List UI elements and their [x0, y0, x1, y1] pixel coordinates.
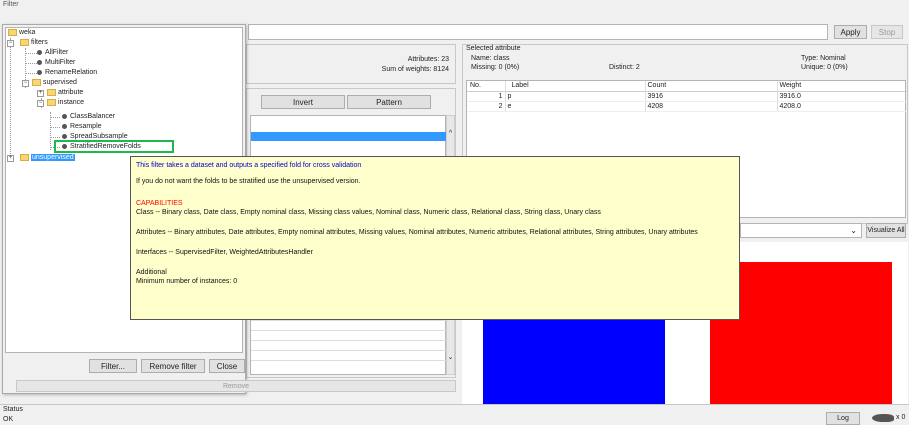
- list-row-line: [251, 350, 446, 351]
- scroll-up-icon[interactable]: ^: [447, 130, 454, 137]
- sum-of-weights: Sum of weights: 8124: [381, 66, 449, 73]
- leaf-icon: [62, 113, 67, 119]
- leaf-icon: [37, 69, 42, 75]
- tree-item-weka[interactable]: weka: [8, 28, 35, 38]
- row-no: 1: [467, 91, 506, 102]
- column-header-label[interactable]: Label: [505, 81, 646, 91]
- pattern-button[interactable]: Pattern: [347, 95, 431, 109]
- tree-line: [50, 117, 60, 118]
- status-title: Status: [3, 406, 23, 413]
- selection-highlight-box: [54, 140, 174, 153]
- folder-icon: [20, 38, 29, 46]
- tooltip-note: If you do not want the folds to be strat…: [136, 178, 361, 185]
- leaf-icon: [62, 123, 67, 129]
- list-row-line: [251, 320, 446, 321]
- selected-attribute-title: Selected attribute: [466, 45, 521, 52]
- row-label: p: [505, 91, 646, 102]
- folder-icon: [47, 98, 56, 106]
- folder-icon: [8, 28, 17, 36]
- row-count: 3916: [645, 91, 778, 102]
- log-button[interactable]: Log: [826, 412, 860, 425]
- visualize-all-button[interactable]: Visualize All: [866, 223, 906, 238]
- filter-field[interactable]: [248, 24, 828, 40]
- row-no: 2: [467, 101, 506, 112]
- attributes-count: Attributes: 23: [407, 56, 449, 63]
- filter-section-title: Filter: [3, 1, 19, 8]
- tree-item-supervised[interactable]: supervised: [32, 78, 77, 88]
- row-weight: 4208.0: [777, 101, 907, 112]
- tree-line: [25, 73, 37, 74]
- close-button[interactable]: Close: [209, 359, 245, 373]
- class-combo[interactable]: ⌄: [740, 223, 862, 238]
- collapse-icon[interactable]: −: [22, 80, 29, 87]
- tooltip-min-instances: Minimum number of instances: 0: [136, 278, 238, 285]
- attribute-name: Name: class: [471, 55, 510, 62]
- collapse-icon[interactable]: −: [7, 40, 14, 47]
- chevron-down-icon[interactable]: ⌄: [850, 226, 857, 235]
- filter-description-tooltip: This filter takes a dataset and outputs …: [130, 156, 740, 320]
- table-row[interactable]: 1 p 3916 3916.0: [467, 91, 907, 102]
- tooltip-additional: Additional: [136, 269, 167, 276]
- stop-button[interactable]: Stop: [871, 25, 903, 39]
- apply-button[interactable]: Apply: [834, 25, 867, 39]
- scroll-down-icon[interactable]: ⌄: [447, 353, 454, 361]
- folder-icon: [20, 153, 29, 161]
- collapse-icon[interactable]: −: [37, 100, 44, 107]
- list-row-line: [251, 360, 446, 361]
- tree-line: [50, 127, 60, 128]
- tree-item-filters[interactable]: filters: [20, 38, 48, 48]
- leaf-icon: [37, 49, 42, 55]
- expand-icon[interactable]: +: [37, 90, 44, 97]
- invert-button[interactable]: Invert: [261, 95, 345, 109]
- list-row-line: [251, 330, 446, 331]
- tree-item-allfilter[interactable]: AllFilter: [37, 48, 68, 58]
- remove-filter-button[interactable]: Remove filter: [141, 359, 205, 373]
- tree-item-unsupervised[interactable]: unsupervised: [20, 153, 75, 163]
- row-weight: 3916.0: [777, 91, 907, 102]
- tree-line: [10, 38, 11, 156]
- attribute-unique: Unique: 0 (0%): [801, 64, 848, 71]
- tree-item-resample[interactable]: Resample: [62, 122, 102, 132]
- status-text: OK: [3, 416, 14, 423]
- table-row[interactable]: 2 e 4208 4208.0: [467, 101, 907, 112]
- attribute-distinct: Distinct: 2: [609, 64, 640, 71]
- tree-line: [25, 63, 37, 64]
- tree-line: [25, 53, 37, 54]
- attribute-missing: Missing: 0 (0%): [471, 64, 520, 71]
- tree-item-renamerelation[interactable]: RenameRelation: [37, 68, 97, 78]
- row-count: 4208: [645, 101, 778, 112]
- attribute-type: Type: Nominal: [801, 55, 846, 62]
- tree-item-classbalancer[interactable]: ClassBalancer: [62, 112, 115, 122]
- folder-icon: [32, 78, 41, 86]
- leaf-icon: [37, 59, 42, 65]
- leaf-icon: [62, 133, 67, 139]
- filter-button[interactable]: Filter...: [89, 359, 137, 373]
- status-panel: Status OK Log x 0: [0, 404, 909, 425]
- row-label: e: [505, 101, 646, 112]
- list-row-line: [251, 340, 446, 341]
- tooltip-description: This filter takes a dataset and outputs …: [136, 162, 362, 169]
- tooltip-class-capabilities: Class -- Binary class, Date class, Empty…: [136, 209, 601, 216]
- column-header-count[interactable]: Count: [645, 81, 778, 91]
- current-relation-panel: Attributes: 23 Sum of weights: 8124: [246, 44, 456, 84]
- column-header-no[interactable]: No.: [467, 81, 506, 91]
- tree-item-attribute[interactable]: attribute: [47, 88, 83, 98]
- tooltip-interfaces: Interfaces -- SupervisedFilter, Weighted…: [136, 249, 313, 256]
- tooltip-capabilities-title: CAPABILITIES: [136, 200, 183, 207]
- expand-icon[interactable]: +: [7, 155, 14, 162]
- tree-line: [50, 137, 60, 138]
- folder-icon: [47, 88, 56, 96]
- tree-item-instance[interactable]: instance: [47, 98, 84, 108]
- tree-item-multifilter[interactable]: MultiFilter: [37, 58, 75, 68]
- weka-bird-icon: [872, 414, 894, 422]
- tooltip-attribute-capabilities: Attributes -- Binary attributes, Date at…: [136, 229, 698, 236]
- attribute-row-selected[interactable]: [251, 132, 446, 141]
- column-header-weight[interactable]: Weight: [777, 81, 907, 91]
- remove-button[interactable]: Remove: [16, 380, 456, 392]
- status-x-label: x 0: [896, 414, 906, 421]
